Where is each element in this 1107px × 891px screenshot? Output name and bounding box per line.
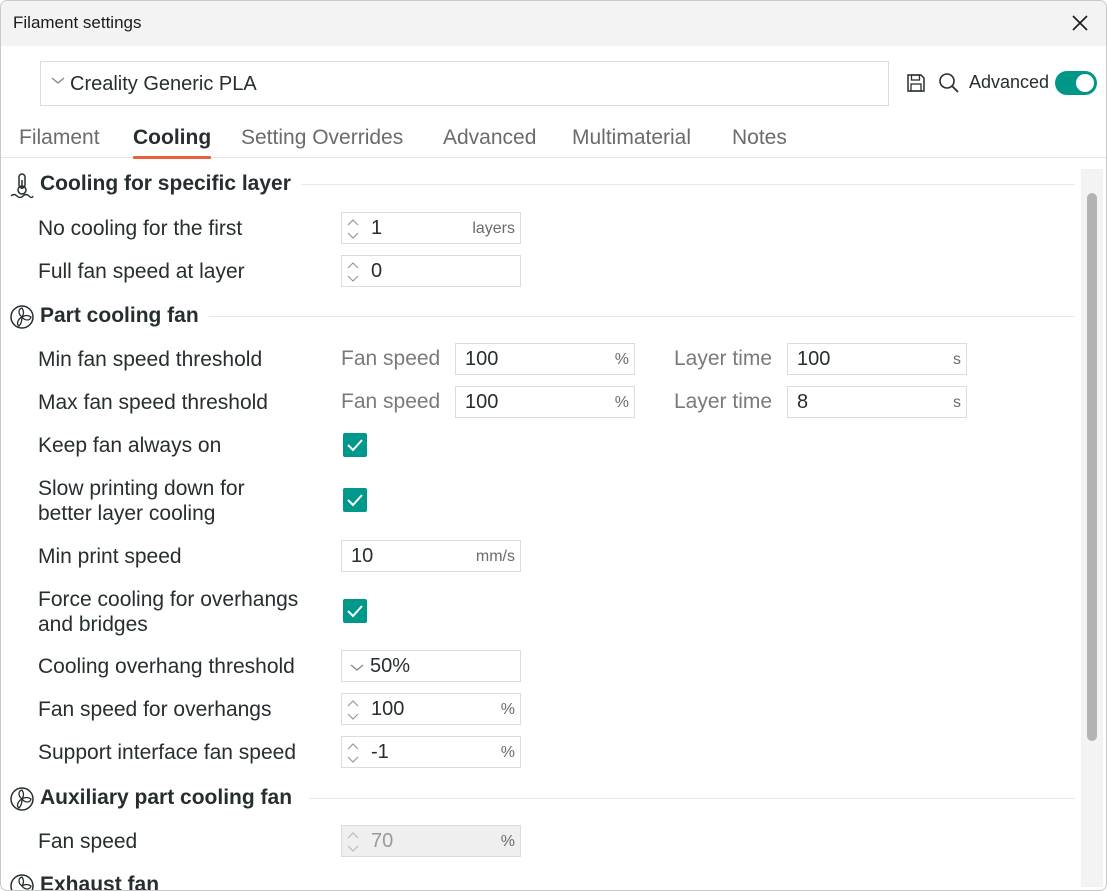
- tab-cooling[interactable]: Cooling: [133, 126, 212, 159]
- field-value: 50%: [370, 655, 411, 677]
- tab-multimaterial[interactable]: Multimaterial: [572, 126, 691, 150]
- layer-time-sublabel: Layer time: [674, 347, 773, 370]
- tab-setting-overrides[interactable]: Setting Overrides: [241, 126, 403, 150]
- section-exhaust-fan: Exhaust fan: [9, 872, 1075, 891]
- setting-label-line2: and bridges: [38, 613, 148, 636]
- slow-down-checkbox[interactable]: [343, 488, 367, 512]
- field-value: 100: [465, 348, 499, 370]
- setting-label: Fan speed for overhangs: [38, 698, 272, 721]
- layer-time-sublabel: Layer time: [674, 390, 773, 413]
- settings-panel: Cooling for specific layer No cooling fo…: [1, 159, 1081, 891]
- tab-notes[interactable]: Notes: [732, 126, 787, 150]
- field-value: -1: [371, 741, 389, 763]
- checkmark-icon: [347, 494, 363, 507]
- field-value: 8: [797, 391, 809, 413]
- field-value: 0: [371, 260, 383, 282]
- field-value: 100: [465, 391, 499, 413]
- fan-icon: [10, 874, 34, 890]
- field-unit: layers: [472, 220, 515, 237]
- section-part-cooling-fan: Part cooling fan: [9, 303, 1075, 331]
- setting-label-line1: Slow printing down for: [38, 477, 245, 500]
- fan-speed-sublabel: Fan speed: [341, 390, 441, 413]
- setting-label: Support interface fan speed: [38, 741, 297, 764]
- setting-label-line2: better layer cooling: [38, 502, 216, 525]
- preset-dropdown[interactable]: Creality Generic PLA: [40, 61, 889, 106]
- fan-icon: [10, 305, 34, 329]
- tab-bar: Filament Cooling Setting Overrides Advan…: [1, 121, 1106, 159]
- field-unit: s: [953, 351, 961, 368]
- field-unit: mm/s: [475, 548, 515, 565]
- checkmark-icon: [347, 439, 363, 452]
- field-unit: %: [500, 701, 515, 718]
- preset-name: Creality Generic PLA: [70, 73, 257, 95]
- section-auxiliary-fan: Auxiliary part cooling fan: [9, 785, 1075, 813]
- field-value: 100: [797, 348, 831, 370]
- field-unit: %: [500, 833, 515, 850]
- setting-label: Max fan speed threshold: [38, 391, 268, 414]
- section-cooling-specific-layer: Cooling for specific layer: [9, 171, 1075, 199]
- min-fan-speed-input[interactable]: 100 %: [455, 343, 635, 375]
- max-fan-speed-input[interactable]: 100 %: [455, 386, 635, 418]
- aux-fan-speed-input: 70 %: [341, 825, 521, 857]
- field-unit: %: [614, 351, 629, 368]
- setting-label: Min fan speed threshold: [38, 348, 263, 371]
- field-unit: %: [614, 394, 629, 411]
- vertical-scrollbar[interactable]: [1081, 169, 1103, 887]
- field-value: 70: [371, 830, 394, 852]
- advanced-toggle[interactable]: [1055, 71, 1097, 95]
- support-fan-speed-input[interactable]: -1 %: [341, 736, 521, 768]
- search-icon[interactable]: [937, 71, 961, 95]
- full-fan-layer-input[interactable]: 0: [341, 255, 521, 287]
- field-value: 10: [351, 545, 374, 567]
- advanced-label: Advanced: [969, 72, 1050, 92]
- chevron-down-icon: [51, 77, 65, 84]
- max-layer-time-input[interactable]: 8 s: [787, 386, 967, 418]
- setting-label: Fan speed: [38, 830, 138, 853]
- setting-label: Keep fan always on: [38, 434, 222, 457]
- tab-filament[interactable]: Filament: [19, 126, 100, 150]
- section-title: Auxiliary part cooling fan: [40, 786, 293, 809]
- overhang-threshold-dropdown[interactable]: 50%: [341, 650, 521, 682]
- section-title: Part cooling fan: [40, 304, 199, 327]
- section-title: Exhaust fan: [40, 873, 160, 891]
- thermometer-icon: [10, 173, 34, 198]
- no-cooling-first-input[interactable]: 1 layers: [341, 212, 521, 244]
- fan-speed-sublabel: Fan speed: [341, 347, 441, 370]
- spinner-icon[interactable]: [346, 697, 360, 723]
- setting-label: Full fan speed at layer: [38, 260, 245, 283]
- field-unit: s: [953, 394, 961, 411]
- tab-advanced[interactable]: Advanced: [443, 126, 536, 150]
- overhang-fan-speed-input[interactable]: 100 %: [341, 693, 521, 725]
- filament-settings-window: Filament settings Creality Generic PLA A…: [0, 0, 1107, 891]
- fan-icon: [10, 787, 34, 811]
- title-bar: Filament settings: [1, 1, 1106, 46]
- checkmark-icon: [347, 605, 363, 618]
- save-icon[interactable]: [905, 72, 927, 94]
- force-cooling-checkbox[interactable]: [343, 599, 367, 623]
- chevron-down-icon: [350, 664, 364, 671]
- min-print-speed-input[interactable]: 10 mm/s: [341, 540, 521, 572]
- window-title: Filament settings: [13, 13, 142, 32]
- field-value: 100: [371, 698, 405, 720]
- section-title: Cooling for specific layer: [40, 172, 291, 195]
- spinner-icon[interactable]: [346, 216, 360, 242]
- spinner-icon[interactable]: [346, 259, 360, 285]
- min-layer-time-input[interactable]: 100 s: [787, 343, 967, 375]
- scrollbar-thumb[interactable]: [1087, 193, 1097, 741]
- field-value: 1: [371, 217, 383, 239]
- field-unit: %: [500, 744, 515, 761]
- spinner-icon[interactable]: [346, 740, 360, 766]
- setting-label: No cooling for the first: [38, 217, 243, 240]
- setting-label: Min print speed: [38, 545, 182, 568]
- close-icon[interactable]: [1068, 11, 1092, 35]
- keep-fan-on-checkbox[interactable]: [343, 433, 367, 457]
- setting-label-line1: Force cooling for overhangs: [38, 588, 299, 611]
- spinner-icon: [347, 832, 359, 852]
- setting-label: Cooling overhang threshold: [38, 655, 295, 678]
